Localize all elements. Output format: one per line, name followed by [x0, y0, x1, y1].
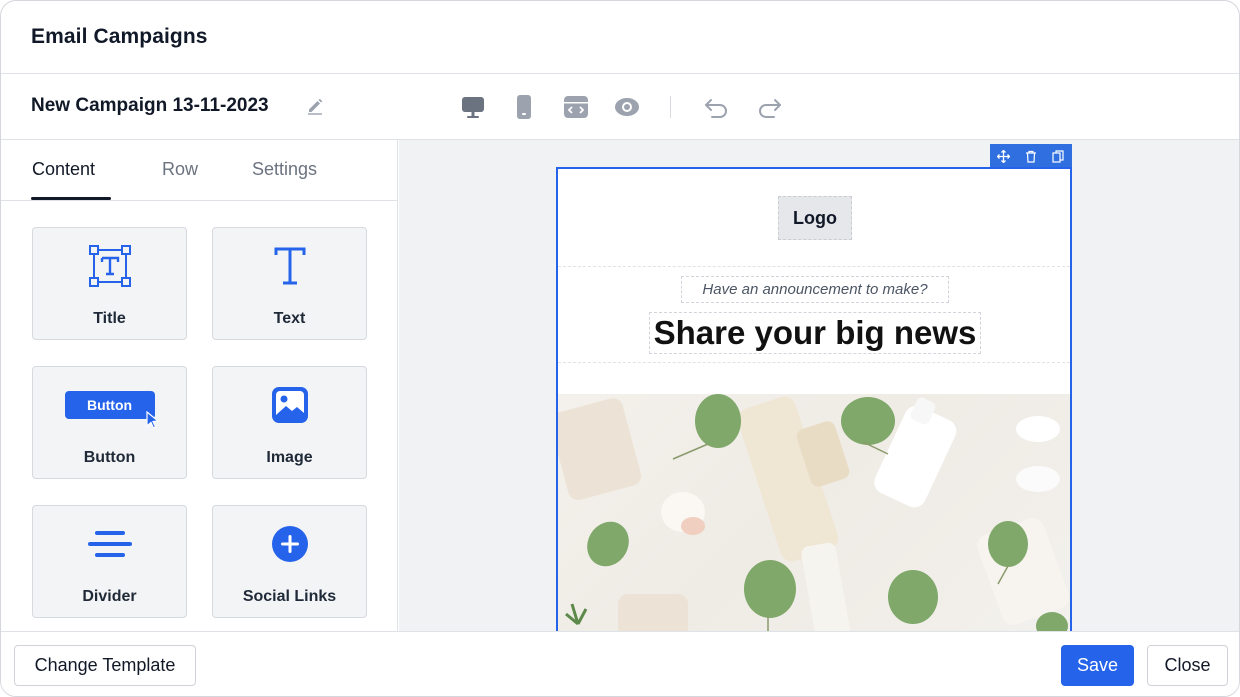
social-links-block-label: Social Links — [242, 588, 337, 605]
duplicate-icon — [1052, 149, 1064, 163]
image-block-label: Image — [266, 449, 313, 466]
cursor-icon — [145, 411, 160, 429]
edit-icon — [308, 98, 323, 115]
code-icon — [564, 96, 588, 118]
section-divider — [558, 362, 1070, 363]
text-icon — [274, 247, 305, 285]
content-sidebar: Content Row Settings Title Text Button B… — [1, 140, 398, 631]
tab-row[interactable]: Row — [162, 159, 198, 180]
block-toolbar — [990, 144, 1072, 168]
desktop-icon — [462, 97, 484, 118]
email-preview[interactable]: Logo Have an announcement to make? Share… — [556, 167, 1072, 631]
code-view-button[interactable] — [561, 92, 591, 122]
divider-block-label: Divider — [82, 588, 137, 605]
preview-button[interactable] — [612, 92, 642, 122]
text-block-label: Text — [273, 310, 306, 327]
edit-name-button[interactable] — [303, 94, 327, 118]
title-block-label: Title — [93, 310, 126, 327]
divider-icon — [87, 531, 132, 557]
dialog-footer: Change Template Save Close — [1, 631, 1239, 696]
sidebar-tabs: Content Row Settings — [1, 140, 397, 201]
desktop-view-button[interactable] — [458, 92, 488, 122]
logo-placeholder[interactable]: Logo — [778, 196, 852, 240]
redo-icon — [759, 99, 781, 118]
section-divider — [558, 266, 1070, 267]
divider-block[interactable]: Divider — [32, 505, 187, 618]
move-button[interactable] — [994, 146, 1014, 166]
campaign-name: New Campaign 13-11-2023 — [31, 95, 269, 116]
undo-icon — [705, 99, 727, 118]
delete-icon — [1025, 150, 1036, 163]
title-block[interactable]: Title — [32, 227, 187, 340]
social-links-block[interactable]: Social Links — [212, 505, 367, 618]
email-canvas: Logo Have an announcement to make? Share… — [399, 140, 1239, 631]
redo-button[interactable] — [755, 92, 785, 122]
headline-text[interactable]: Share your big news — [649, 312, 981, 354]
save-button[interactable]: Save — [1061, 645, 1134, 686]
plus-circle-icon — [271, 526, 308, 562]
toolbar-divider — [670, 96, 671, 118]
title-icon — [88, 245, 131, 287]
text-block[interactable]: Text — [212, 227, 367, 340]
dialog-title: Email Campaigns — [31, 25, 208, 48]
button-icon: Button — [64, 391, 160, 429]
button-block[interactable]: Button Button — [32, 366, 187, 479]
hero-photo — [558, 394, 1069, 631]
image-icon — [271, 387, 308, 423]
editor-toolbar: New Campaign 13-11-2023 — [1, 74, 1239, 140]
announcement-text[interactable]: Have an announcement to make? — [681, 276, 949, 303]
dialog-header: Email Campaigns — [1, 1, 1239, 74]
tab-content[interactable]: Content — [32, 159, 95, 180]
undo-button[interactable] — [701, 92, 731, 122]
button-preview-label: Button — [86, 397, 133, 413]
image-block[interactable]: Image — [212, 366, 367, 479]
tab-settings[interactable]: Settings — [252, 159, 317, 180]
mobile-icon — [517, 95, 531, 119]
delete-block-button[interactable] — [1021, 146, 1041, 166]
close-button[interactable]: Close — [1147, 645, 1228, 686]
active-tab-indicator — [31, 197, 111, 200]
duplicate-block-button[interactable] — [1048, 146, 1068, 166]
hero-image[interactable] — [558, 394, 1070, 631]
preview-icon — [615, 98, 639, 116]
mobile-view-button[interactable] — [509, 92, 539, 122]
change-template-button[interactable]: Change Template — [14, 645, 196, 686]
button-block-label: Button — [83, 449, 136, 466]
email-campaigns-dialog: Email Campaigns New Campaign 13-11-2023 — [0, 0, 1240, 697]
move-icon — [997, 149, 1011, 163]
